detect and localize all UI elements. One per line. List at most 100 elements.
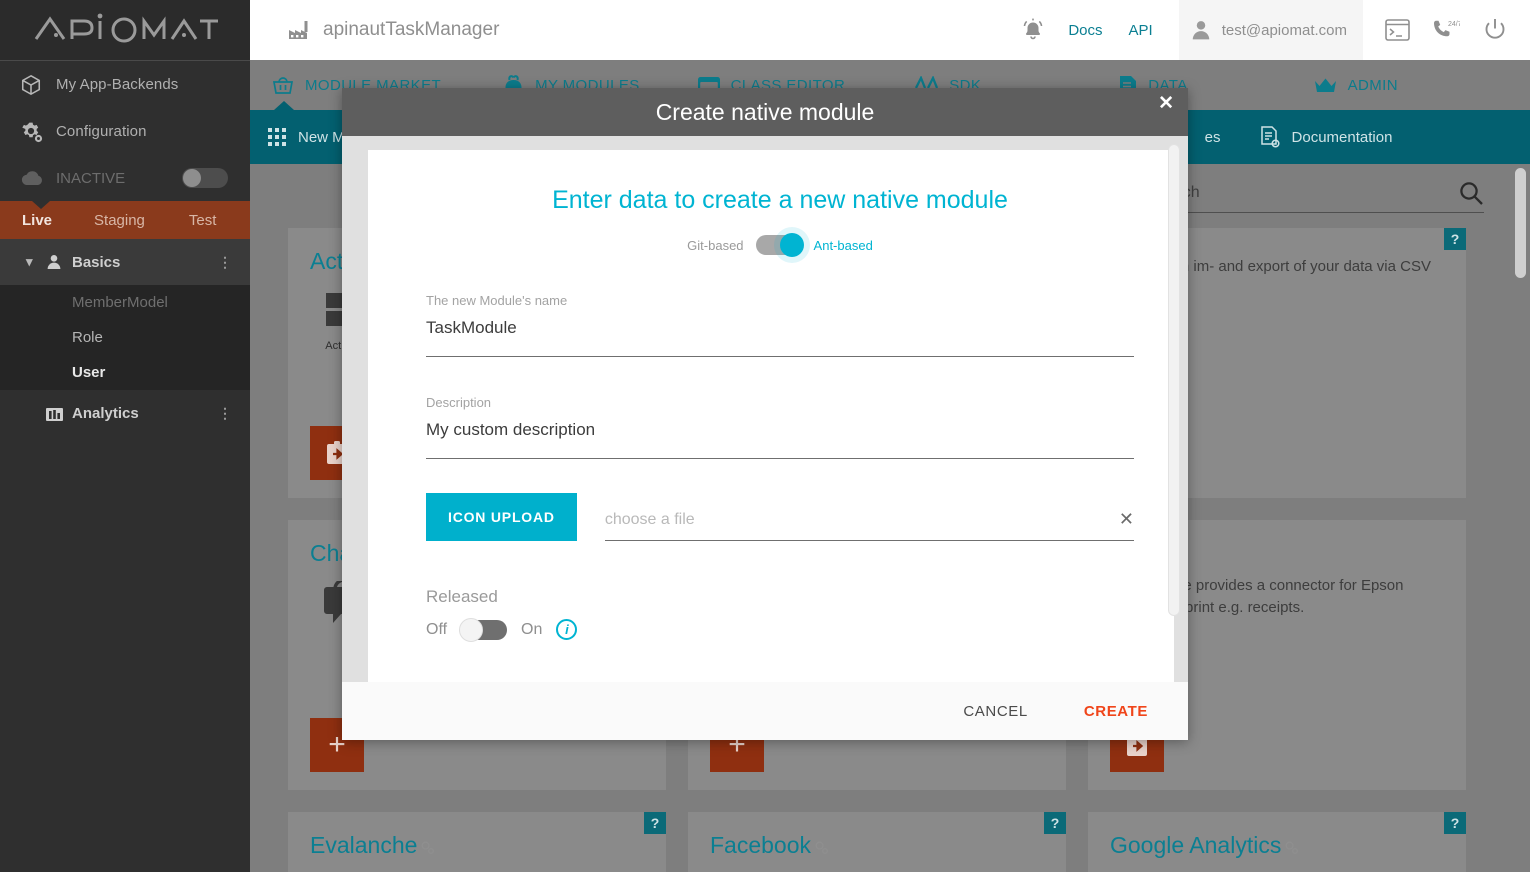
person-icon — [46, 254, 72, 270]
module-card[interactable]: ? Evalanche — [288, 812, 666, 872]
top-bar: apinautTaskManager Docs API test@apiomat… — [250, 0, 1530, 60]
help-badge[interactable]: ? — [1044, 812, 1066, 834]
create-button[interactable]: CREATE — [1084, 703, 1148, 720]
help-badge[interactable]: ? — [644, 812, 666, 834]
build-type-ant-label[interactable]: Ant-based — [814, 238, 873, 253]
api-link[interactable]: API — [1129, 22, 1153, 39]
subnav-item-new-module[interactable]: New M — [268, 128, 345, 146]
close-icon[interactable]: ✕ — [1158, 94, 1174, 113]
console-icon[interactable] — [1385, 19, 1410, 41]
info-icon[interactable]: i — [556, 619, 578, 640]
icon-file-input[interactable]: choose a file ✕ — [604, 509, 1134, 541]
module-name-value[interactable]: TaskModule — [426, 318, 1134, 357]
subnav-item-label: es — [1204, 128, 1221, 146]
module-description-field[interactable]: Description My custom description — [426, 395, 1134, 459]
released-on-label[interactable]: On — [521, 621, 542, 639]
released-label: Released — [426, 587, 498, 606]
docs-link[interactable]: Docs — [1068, 22, 1102, 39]
create-native-module-dialog: Create native module ✕ Enter data to cre… — [342, 88, 1188, 740]
toggle-knob — [183, 169, 201, 187]
released-block: Released Off On i — [426, 587, 1134, 642]
sidebar-item-label: Configuration — [56, 123, 147, 140]
dialog-scrollbar[interactable] — [1168, 144, 1180, 616]
icon-upload-row: ICON UPLOAD choose a file ✕ — [426, 493, 1134, 541]
released-off-label[interactable]: Off — [426, 621, 447, 639]
app-root: My App-Backends Configuration INACTIVE L… — [0, 0, 1530, 872]
cancel-button[interactable]: CANCEL — [963, 703, 1027, 720]
crown-icon — [1314, 77, 1337, 94]
app-title-label: apinautTaskManager — [323, 19, 500, 40]
chevron-down-icon: ▾ — [26, 254, 33, 269]
svg-text:24/7: 24/7 — [1448, 21, 1460, 28]
gear-small-icon — [1284, 834, 1299, 861]
search-icon[interactable] — [1458, 180, 1484, 206]
released-toggle[interactable] — [459, 617, 508, 642]
clear-file-icon[interactable]: ✕ — [1119, 509, 1134, 530]
search-input[interactable]: Search — [1149, 180, 1484, 213]
toggle-knob — [459, 617, 484, 642]
sidebar-tree-item-membermodel[interactable]: MemberModel — [0, 285, 250, 320]
sidebar-tree-group-analytics[interactable]: Analytics ⋮ — [0, 390, 250, 436]
help-badge[interactable]: ? — [1444, 228, 1466, 250]
module-name-field[interactable]: The new Module's name TaskModule — [426, 293, 1134, 357]
sidebar-tree-group-label: Basics — [72, 253, 121, 271]
backend-status-row: INACTIVE — [0, 155, 250, 201]
top-bar-right: Docs API test@apiomat.com 24/7 — [1020, 0, 1530, 60]
environment-selector: Live Staging Test — [0, 201, 250, 239]
released-row: Off On i — [426, 617, 1134, 642]
build-type-git-label[interactable]: Git-based — [687, 238, 743, 253]
dialog-title: Create native module — [655, 98, 875, 125]
dialog-heading: Enter data to create a new native module — [552, 186, 1008, 214]
env-tab-test[interactable]: Test — [189, 212, 217, 229]
nav-item-label: ADMIN — [1347, 76, 1398, 94]
env-tab-staging[interactable]: Staging — [94, 212, 145, 229]
sidebar: My App-Backends Configuration INACTIVE L… — [0, 0, 250, 872]
icon-upload-button[interactable]: ICON UPLOAD — [426, 493, 577, 541]
module-description-value[interactable]: My custom description — [426, 420, 1134, 459]
backend-power-toggle[interactable] — [182, 168, 228, 188]
sidebar-item-my-app-backends[interactable]: My App-Backends — [0, 61, 250, 108]
cube-icon — [20, 74, 56, 96]
module-card-title: Google Analytics — [1110, 832, 1444, 861]
env-tab-live[interactable]: Live — [22, 212, 52, 229]
module-name-label: The new Module's name — [426, 293, 568, 308]
build-type-switch: Git-based Ant-based — [426, 233, 1134, 257]
gear-small-icon — [814, 834, 829, 861]
subnav-item-label: Documentation — [1291, 128, 1393, 146]
sidebar-item-configuration[interactable]: Configuration — [0, 108, 250, 155]
page-scrollbar[interactable] — [1515, 168, 1526, 278]
apiomat-logo-icon — [34, 13, 218, 43]
dialog-header: Create native module ✕ — [342, 88, 1188, 136]
factory-icon — [288, 20, 310, 40]
support-phone-icon[interactable]: 24/7 — [1432, 19, 1460, 41]
module-description-label: Description — [426, 395, 492, 410]
bell-icon[interactable] — [1020, 17, 1046, 43]
subnav-item-partial[interactable]: es — [1205, 129, 1221, 146]
help-badge[interactable]: ? — [1444, 812, 1466, 834]
apiomat-logo[interactable] — [0, 0, 250, 60]
user-email: test@apiomat.com — [1221, 21, 1347, 39]
sidebar-tree-item-user[interactable]: User — [0, 355, 250, 390]
person-icon — [1191, 20, 1211, 40]
sidebar-tree-item-role[interactable]: Role — [0, 320, 250, 355]
bars-icon — [46, 405, 72, 421]
subnav-item-label: New M — [298, 128, 345, 146]
sidebar-tree-group-basics[interactable]: ▾ Basics ⋮ — [0, 239, 250, 285]
grid-icon — [268, 128, 286, 146]
basket-icon — [272, 75, 294, 95]
backend-status-label: INACTIVE — [56, 169, 126, 187]
subnav-item-documentation[interactable]: Documentation — [1260, 126, 1393, 148]
module-card[interactable]: ? Google Analytics — [1088, 812, 1466, 872]
build-type-toggle[interactable] — [755, 233, 804, 257]
power-icon[interactable] — [1482, 17, 1508, 43]
gear-icon — [20, 120, 56, 144]
nav-item-admin[interactable]: ADMIN — [1314, 77, 1398, 94]
user-menu[interactable]: test@apiomat.com — [1178, 0, 1363, 60]
module-card-title: Facebook — [710, 832, 1044, 861]
module-card[interactable]: ? Facebook — [688, 812, 1066, 872]
tree-group-menu-icon[interactable]: ⋮ — [218, 405, 232, 422]
tree-group-menu-icon[interactable]: ⋮ — [218, 254, 232, 271]
module-card-title-text: Google Analytics — [1110, 832, 1282, 858]
dialog-body: Enter data to create a new native module… — [342, 136, 1188, 682]
app-title[interactable]: apinautTaskManager — [288, 19, 499, 41]
